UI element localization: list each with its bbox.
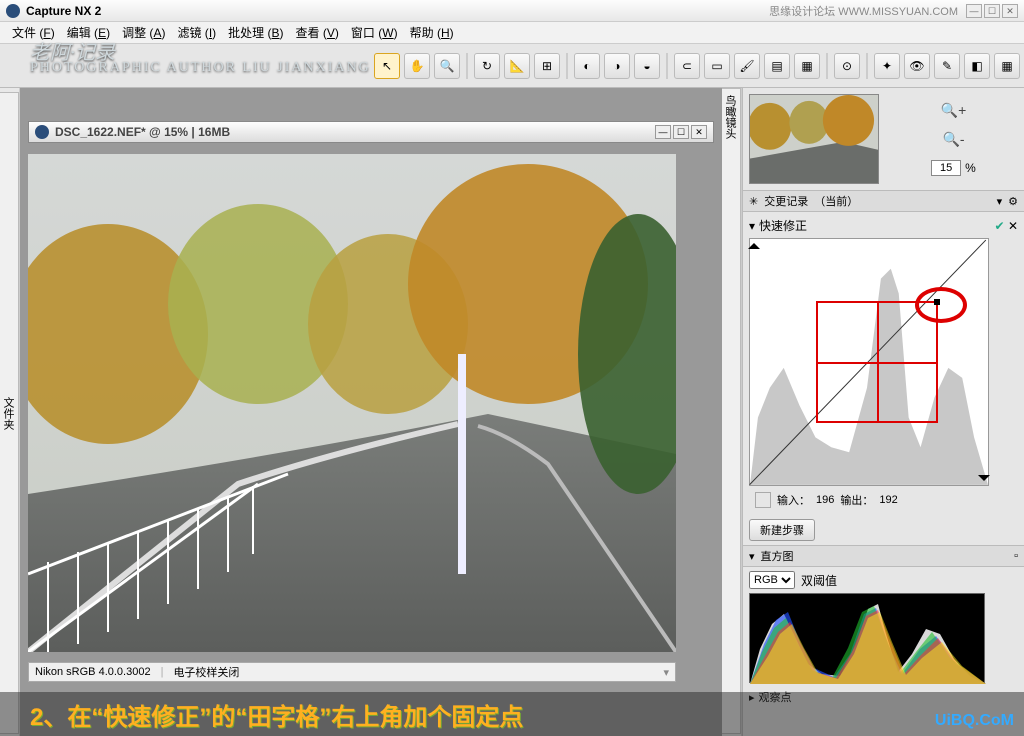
window-controls: — ☐ ✕ (966, 4, 1018, 18)
left-tabs: 文件夹 浏览器 元数据 (0, 88, 20, 736)
input-value: 196 (816, 494, 834, 506)
doc-minimize[interactable]: — (655, 125, 671, 139)
titlebar: Capture NX 2 思缘设计论坛 WWW.MISSYUAN.COM — ☐… (0, 0, 1024, 22)
thumbnail[interactable] (749, 94, 879, 184)
expand-icon[interactable]: ▾ (749, 219, 755, 233)
rotate-tool[interactable]: ↻ (474, 53, 500, 79)
annotation-banner: 2、在“快速修正”的“田字格”右上角加个固定点 UiBQ.CoM (0, 692, 1024, 736)
menu-file[interactable]: 文件 (F) (6, 22, 61, 43)
brand-text: 思缘设计论坛 WWW.MISSYUAN.COM (769, 3, 958, 19)
doc-maximize[interactable]: ☐ (673, 125, 689, 139)
menubar: 文件 (F) 编辑 (E) 调整 (A) 滤镜 (I) 批处理 (B) 查看 (… (0, 22, 1024, 44)
history-label: 交更记录 (764, 193, 808, 209)
status-bar: Nikon sRGB 4.0.0.3002 | 电子校样关闭 ▾ (28, 662, 676, 682)
gear-icon[interactable]: ⚙ (1008, 195, 1018, 208)
softproof-status: 电子校样关闭 (173, 664, 239, 680)
newstep-button[interactable]: 新建步骤 (749, 519, 815, 541)
brush-tool[interactable]: 🖌 (734, 53, 760, 79)
newstep-row: 新建步骤 (743, 515, 1024, 545)
annotation-text: 2、在“快速修正”的“田字格”右上角加个固定点 (30, 697, 523, 732)
zoom-out-icon[interactable]: 🔍- (942, 131, 964, 148)
output-value: 192 (879, 494, 897, 506)
menu-window[interactable]: 窗口 (W) (345, 22, 404, 43)
panel-menu-icon[interactable]: ▫ (1014, 550, 1018, 562)
gradient-tool[interactable]: ▤ (764, 53, 790, 79)
histogram-panel: RGB 双阈值 (743, 567, 1024, 687)
menu-edit[interactable]: 编辑 (E) (61, 22, 116, 43)
watermark: UiBQ.CoM (935, 712, 1014, 730)
rgb-histogram (749, 593, 985, 683)
menu-adjust[interactable]: 调整 (A) (116, 22, 171, 43)
zoom-unit: % (965, 161, 976, 175)
sparkle-icon: ✳ (749, 195, 758, 208)
chevron-down-icon[interactable]: ▾ (663, 666, 669, 679)
control-point[interactable] (934, 299, 940, 305)
minimize-button[interactable]: — (966, 4, 982, 18)
canvas: DSC_1622.NEF* @ 15% | 16MB — ☐ ✕ (20, 88, 722, 736)
hand-tool[interactable]: ✋ (404, 53, 430, 79)
black-arrow-br (978, 475, 990, 487)
selection-fill-tool[interactable]: ▦ (994, 53, 1020, 79)
doc-close[interactable]: ✕ (691, 125, 707, 139)
histogram-header[interactable]: ▾ 直方图 ▫ (743, 545, 1024, 567)
chevron-down-icon[interactable]: ▾ (997, 195, 1003, 208)
tab-folder[interactable]: 文件夹 (0, 92, 19, 734)
channel-select[interactable]: RGB (749, 571, 795, 589)
pencil-icon[interactable] (755, 492, 771, 508)
close-icon[interactable]: ✕ (1008, 219, 1018, 233)
arrow-tool[interactable]: ↖ (374, 53, 400, 79)
right-panel: 🔍+ 🔍- % ✳ 交更记录 （当前） ▾ ⚙ ▾ 快速修正 ✔ ✕ (742, 88, 1024, 736)
lasso-tool[interactable]: ⊂ (674, 53, 700, 79)
input-label: 输入： (777, 492, 810, 508)
main-area: 文件夹 浏览器 元数据 DSC_1622.NEF* @ 15% | 16MB —… (0, 88, 1024, 736)
straighten-tool[interactable]: 📐 (504, 53, 530, 79)
menu-view[interactable]: 查看 (V) (290, 22, 345, 43)
app-title: Capture NX 2 (26, 4, 101, 18)
auto-retouch-tool[interactable]: ✦ (874, 53, 900, 79)
history-header[interactable]: ✳ 交更记录 （当前） ▾ ⚙ (743, 190, 1024, 212)
zoom-value-input[interactable] (931, 160, 961, 176)
color-profile: Nikon sRGB 4.0.0.3002 (35, 666, 151, 678)
app-icon (6, 4, 20, 18)
crop-tool[interactable]: ⊞ (534, 53, 560, 79)
curve-editor[interactable] (749, 238, 989, 486)
zoom-tool[interactable]: 🔍 (434, 53, 460, 79)
document-titlebar[interactable]: DSC_1622.NEF* @ 15% | 16MB — ☐ ✕ (28, 121, 714, 143)
dual-threshold-label: 双阈值 (801, 572, 837, 589)
toolbar: ↖ ✋ 🔍 ↻ 📐 ⊞ ◐ ◑ ◒ ⊂ ▭ 🖌 ▤ ▦ ⊙ ✦ 👁 ✎ ◧ ▦ (0, 44, 1024, 88)
check-icon[interactable]: ✔ (995, 219, 1005, 233)
maximize-button[interactable]: ☐ (984, 4, 1000, 18)
white-point-tool[interactable]: ◑ (604, 53, 630, 79)
quickfix-panel: ▾ 快速修正 ✔ ✕ 输入： 196 输出： 192 (743, 212, 1024, 515)
redeye-tool[interactable]: 👁 (904, 53, 930, 79)
tab-birdseye[interactable]: 鸟瞰镜头 (719, 88, 741, 734)
close-button[interactable]: ✕ (1002, 4, 1018, 18)
selection-gradient-tool[interactable]: ◧ (964, 53, 990, 79)
image-view[interactable] (28, 154, 676, 652)
history-current: （当前） (814, 193, 858, 209)
black-arrow-tl (748, 237, 760, 249)
marquee-tool[interactable]: ▭ (704, 53, 730, 79)
histogram-title: 直方图 (761, 548, 794, 564)
expand-icon[interactable]: ▾ (749, 550, 755, 563)
menu-filter[interactable]: 滤镜 (I) (171, 22, 222, 43)
document-icon (35, 125, 49, 139)
document-title: DSC_1622.NEF* @ 15% | 16MB (55, 125, 230, 139)
quickfix-title: 快速修正 (759, 217, 807, 234)
neutral-point-tool[interactable]: ◒ (634, 53, 660, 79)
selection-brush-tool[interactable]: ✎ (934, 53, 960, 79)
io-row: 输入： 196 输出： 192 (749, 488, 1018, 512)
zoom-controls: 🔍+ 🔍- % (889, 94, 1018, 184)
menu-help[interactable]: 帮助 (H) (404, 22, 460, 43)
black-point-tool[interactable]: ◐ (574, 53, 600, 79)
zoom-in-icon[interactable]: 🔍+ (941, 102, 967, 119)
right-tabs-col: 鸟瞰镜头 编辑列表 照片信息 (722, 88, 742, 736)
control-point-tool[interactable]: ⊙ (834, 53, 860, 79)
annotation-ellipse (915, 287, 967, 323)
fill-tool[interactable]: ▦ (794, 53, 820, 79)
menu-batch[interactable]: 批处理 (B) (222, 22, 289, 43)
output-label: 输出： (840, 492, 873, 508)
